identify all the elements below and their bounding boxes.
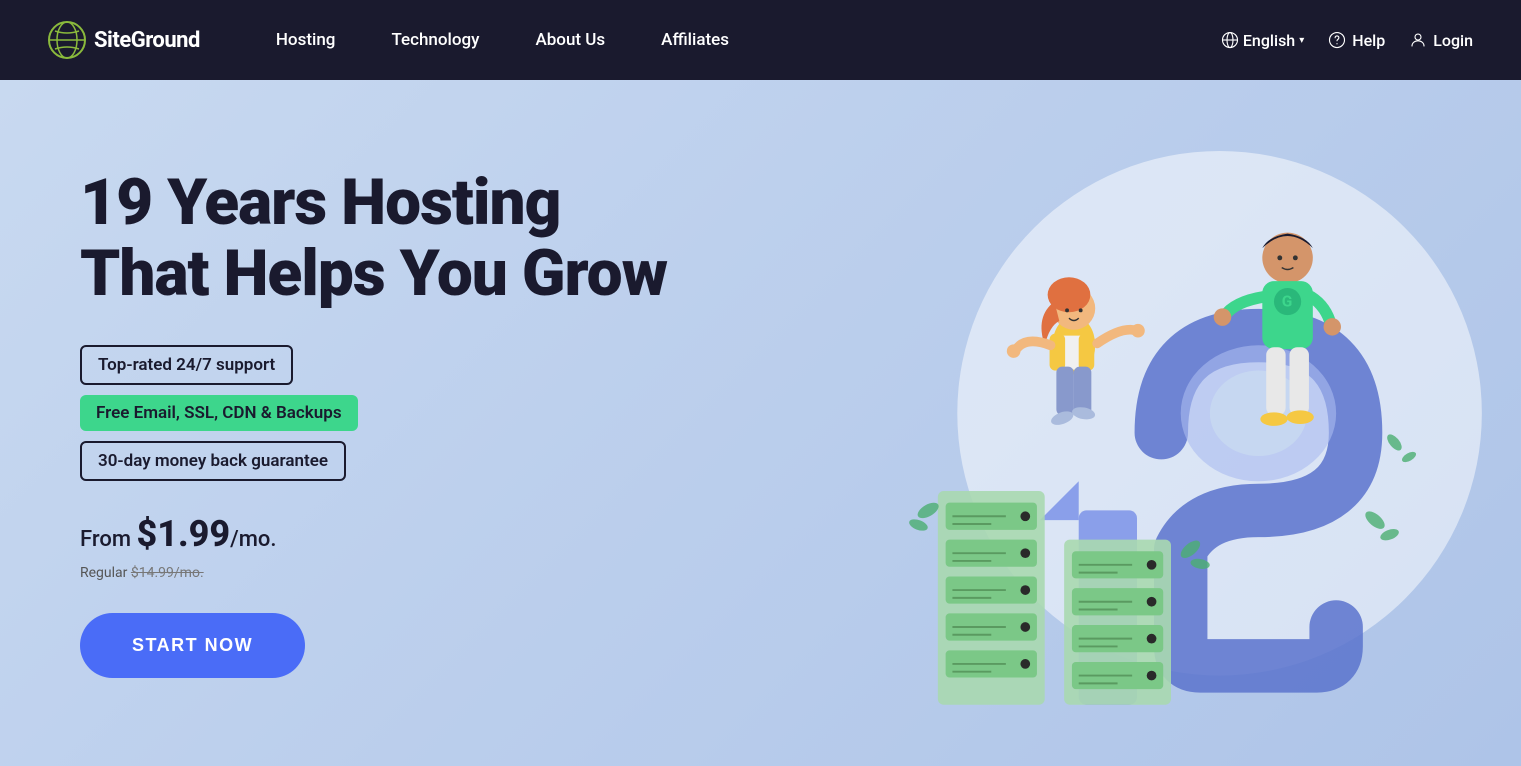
hero-title: 19 Years Hosting That Helps You Grow xyxy=(80,168,667,309)
nav-links: Hosting Technology About Us Affiliates xyxy=(248,0,1221,80)
pricing-from-label: From xyxy=(80,527,136,552)
login-link[interactable]: Login xyxy=(1409,31,1473,50)
logo-link[interactable]: SiteGround xyxy=(48,21,200,59)
nav-right: English ▾ Help Login xyxy=(1221,31,1473,50)
help-icon xyxy=(1328,31,1346,49)
hero-content: 19 Years Hosting That Helps You Grow Top… xyxy=(80,168,667,678)
badge-guarantee: 30-day money back guarantee xyxy=(80,441,346,481)
navbar: SiteGround Hosting Technology About Us A… xyxy=(0,0,1521,80)
login-label: Login xyxy=(1433,31,1473,50)
badge-support: Top-rated 24/7 support xyxy=(80,345,293,385)
language-label: English xyxy=(1243,31,1295,50)
logo-icon xyxy=(48,21,86,59)
pricing-amount: $1.99 xyxy=(136,513,230,555)
hero-section: 19 Years Hosting That Helps You Grow Top… xyxy=(0,80,1521,766)
hero-illustration: G xyxy=(821,80,1521,766)
help-label: Help xyxy=(1352,31,1385,50)
hero-badges: Top-rated 24/7 support Free Email, SSL, … xyxy=(80,345,667,481)
hero-svg: G xyxy=(831,93,1511,753)
pricing-block: From $1.99/mo. xyxy=(80,513,667,555)
nav-technology[interactable]: Technology xyxy=(363,0,507,80)
badge-free-features: Free Email, SSL, CDN & Backups xyxy=(80,395,358,431)
nav-about-us[interactable]: About Us xyxy=(507,0,633,80)
pricing-regular: Regular $14.99/mo. xyxy=(80,565,667,581)
svg-text:G: G xyxy=(1282,292,1293,310)
pricing-period: /mo. xyxy=(230,527,276,552)
language-selector[interactable]: English ▾ xyxy=(1221,31,1304,50)
nav-hosting[interactable]: Hosting xyxy=(248,0,364,80)
logo-text: SiteGround xyxy=(94,28,200,53)
regular-price: $14.99/mo. xyxy=(131,565,204,581)
login-icon xyxy=(1409,31,1427,49)
chevron-down-icon: ▾ xyxy=(1299,35,1304,46)
nav-affiliates[interactable]: Affiliates xyxy=(633,0,757,80)
start-now-button[interactable]: START NOW xyxy=(80,613,305,678)
language-icon xyxy=(1221,31,1239,49)
help-link[interactable]: Help xyxy=(1328,31,1385,50)
